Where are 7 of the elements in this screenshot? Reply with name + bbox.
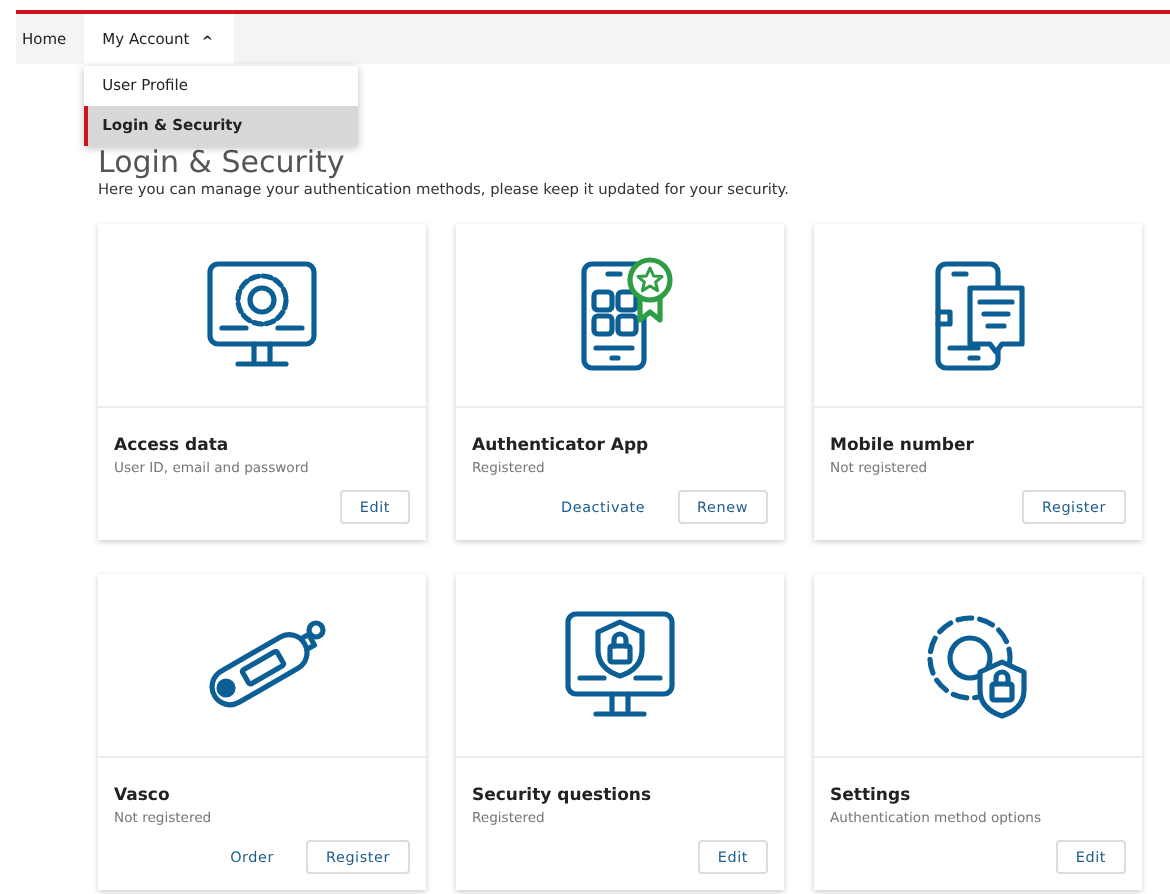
card-title: Security questions [472, 786, 654, 806]
card-title: Settings [830, 786, 913, 806]
card-title: Authenticator App [472, 436, 651, 456]
card-title: Vasco [114, 786, 172, 806]
card-title: Access data [114, 436, 231, 456]
page-title: Login & Security [98, 146, 347, 180]
card-title: Mobile number [830, 436, 976, 456]
